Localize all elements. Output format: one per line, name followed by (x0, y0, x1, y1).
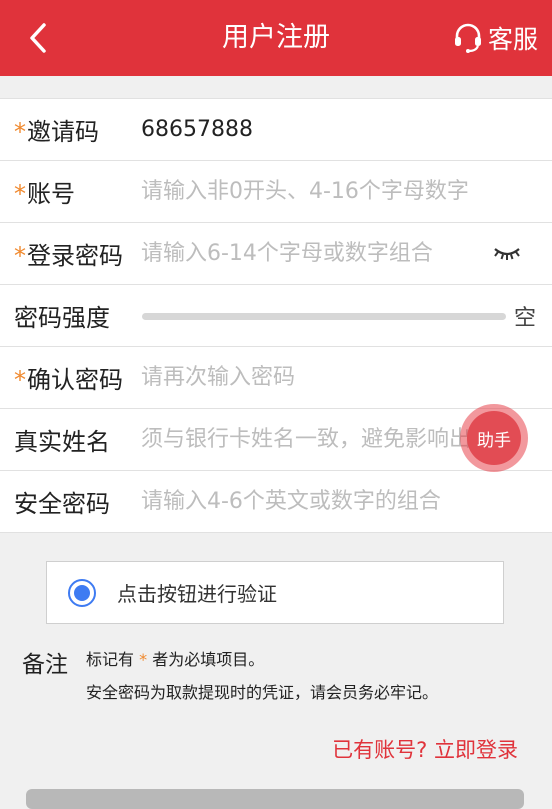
assistant-label: 助手 (467, 411, 521, 465)
confirm-password-label: *确认密码 (14, 366, 123, 394)
register-form: *邀请码 68657888 *账号 *登录密码 密码强度 空 *确认密码 真实姓… (0, 98, 552, 533)
app-header: 用户注册 客服 (0, 0, 552, 76)
required-star: * (14, 366, 26, 394)
verify-button[interactable]: 点击按钮进行验证 (46, 561, 504, 624)
register-submit-button[interactable] (26, 789, 524, 809)
password-input[interactable] (141, 233, 482, 274)
required-star: * (14, 118, 26, 146)
password-strength-bar (142, 313, 506, 320)
safe-password-label: 安全密码 (14, 490, 110, 518)
safe-password-input[interactable] (141, 481, 536, 522)
customer-service-button[interactable]: 客服 (452, 18, 538, 58)
safe-password-row: 安全密码 (0, 471, 552, 533)
account-input[interactable] (141, 171, 536, 212)
real-name-label: 真实姓名 (14, 428, 110, 456)
headset-icon (454, 23, 481, 53)
invite-code-label: *邀请码 (14, 118, 99, 146)
account-label: *账号 (14, 180, 75, 208)
required-star: * (14, 242, 26, 270)
invite-code-row: *邀请码 68657888 (0, 99, 552, 161)
invite-code-value: 68657888 (141, 117, 253, 142)
note-required-text: 标记有 * 者为必填项目。 (86, 650, 265, 669)
required-star: * (14, 180, 26, 208)
note-label: 备注 (22, 652, 68, 678)
assistant-button[interactable]: 助手 (460, 404, 528, 472)
password-strength-row: 密码强度 空 (0, 285, 552, 347)
radio-selected-icon (68, 578, 96, 607)
password-row: *登录密码 (0, 223, 552, 285)
note-safe-password-text: 安全密码为取款提现时的凭证，请会员务必牢记。 (86, 683, 439, 702)
login-link[interactable]: 已有账号? 立即登录 (332, 734, 518, 764)
password-label: *登录密码 (14, 242, 123, 270)
service-label: 客服 (487, 25, 538, 54)
verify-label: 点击按钮进行验证 (117, 582, 277, 606)
account-row: *账号 (0, 161, 552, 223)
confirm-password-input[interactable] (141, 357, 536, 398)
confirm-password-row: *确认密码 (0, 347, 552, 409)
password-strength-value: 空 (513, 305, 536, 331)
password-strength-label: 密码强度 (14, 304, 110, 332)
eye-closed-icon[interactable] (492, 241, 522, 263)
